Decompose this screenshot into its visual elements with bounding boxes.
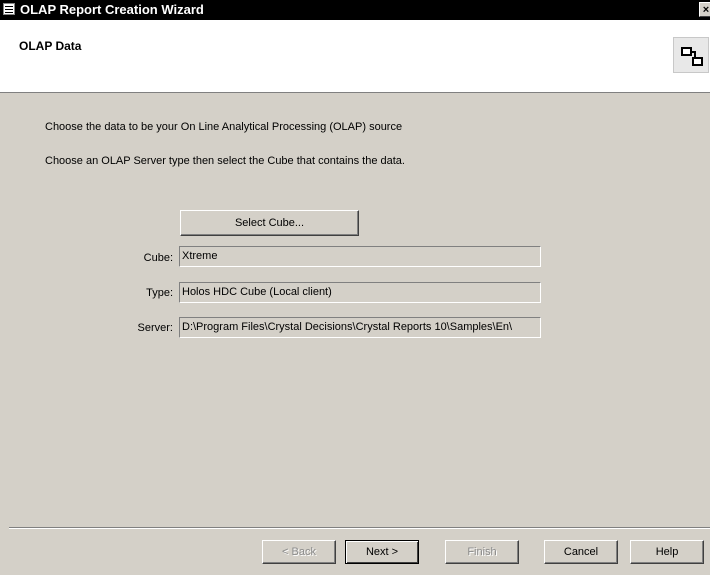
type-label: Type: bbox=[146, 287, 173, 299]
cube-label: Cube: bbox=[143, 252, 173, 264]
finish-button[interactable]: Finish bbox=[445, 540, 519, 564]
server-field[interactable]: D:\Program Files\Crystal Decisions\Cryst… bbox=[179, 317, 541, 338]
cube-field[interactable]: Xtreme bbox=[179, 246, 541, 267]
wizard-step-icon bbox=[673, 37, 709, 73]
instruction-text-1: Choose the data to be your On Line Analy… bbox=[45, 121, 403, 133]
back-button[interactable]: < Back bbox=[262, 540, 336, 564]
select-cube-button[interactable]: Select Cube... bbox=[180, 210, 359, 236]
button-divider bbox=[9, 527, 710, 529]
page-title: OLAP Data bbox=[19, 39, 82, 53]
type-field[interactable]: Holos HDC Cube (Local client) bbox=[179, 282, 541, 303]
window-title: OLAP Report Creation Wizard bbox=[20, 2, 204, 17]
help-button[interactable]: Help bbox=[630, 540, 704, 564]
wizard-header: OLAP Data bbox=[0, 20, 710, 93]
instruction-text-2: Choose an OLAP Server type then select t… bbox=[45, 155, 405, 167]
next-button[interactable]: Next > bbox=[345, 540, 419, 564]
wizard-window: OLAP Report Creation Wizard × OLAP Data … bbox=[0, 0, 710, 575]
title-bar[interactable]: OLAP Report Creation Wizard × bbox=[0, 0, 710, 20]
app-icon bbox=[3, 3, 15, 15]
cancel-button[interactable]: Cancel bbox=[544, 540, 618, 564]
close-button[interactable]: × bbox=[699, 2, 710, 17]
server-label: Server: bbox=[137, 322, 173, 334]
